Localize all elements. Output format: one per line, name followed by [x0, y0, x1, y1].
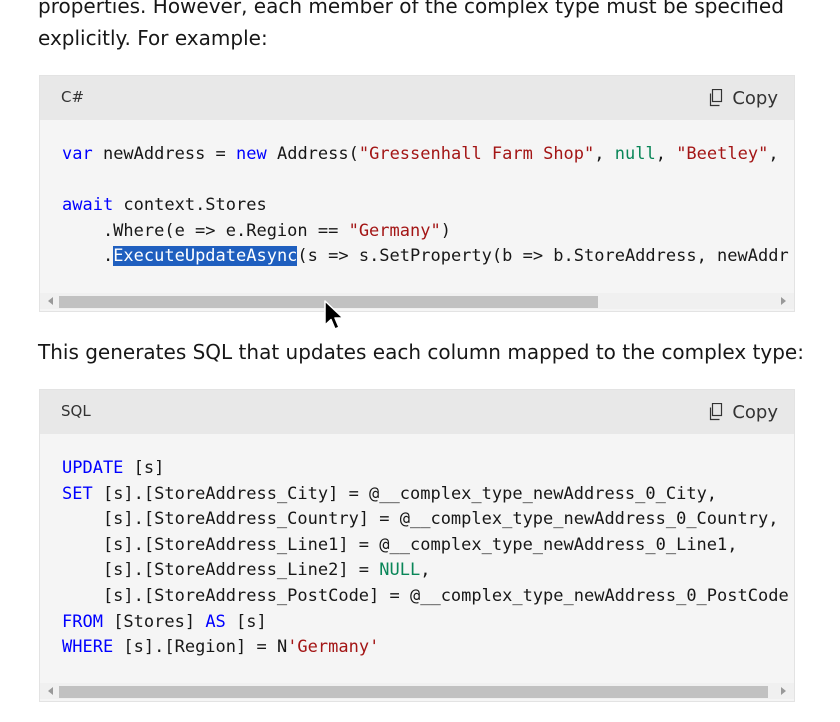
- scroll-right-arrow-icon[interactable]: [781, 297, 786, 305]
- code-token: [s].[StoreAddress_City] = @__complex_typ…: [92, 483, 718, 504]
- csharp-code-block: C# Copy var newAddress = new Address("Gr…: [39, 75, 795, 312]
- code-token: UPDATE: [62, 458, 124, 478]
- code-token: WHERE: [62, 637, 114, 658]
- code-token: .Where(e => e.Region ==: [62, 220, 349, 241]
- code-token: [Stores]: [102, 611, 206, 632]
- copy-label: Copy: [732, 401, 778, 423]
- horizontal-scrollbar[interactable]: [40, 293, 794, 309]
- code-token: FROM: [62, 611, 103, 632]
- copy-button[interactable]: Copy: [708, 86, 778, 110]
- code-token: Address(: [266, 144, 359, 164]
- code-token: ,: [594, 144, 615, 164]
- code-language-label: SQL: [61, 402, 91, 420]
- code-token: [s].[StoreAddress_Line2] =: [62, 560, 380, 581]
- code-token: "Beetley": [676, 144, 769, 164]
- body-text: This generates SQL that updates each col…: [38, 340, 804, 364]
- code-token: ): [440, 220, 451, 241]
- code-header: C# Copy: [40, 76, 794, 120]
- code-token: 'Germany': [287, 637, 380, 658]
- sql-code[interactable]: UPDATE [s] SET [s].[StoreAddress_City] =…: [62, 456, 789, 661]
- code-token: "Gressenhall Farm Shop": [358, 144, 595, 164]
- copy-label: Copy: [732, 87, 778, 109]
- code-token: [s].[StoreAddress_Line1] = @__complex_ty…: [62, 534, 738, 555]
- code-token: [s]: [225, 611, 267, 632]
- copy-icon: [708, 403, 724, 421]
- code-token: .: [62, 246, 114, 267]
- code-header: SQL Copy: [40, 390, 794, 434]
- code-token: NULL: [379, 560, 421, 581]
- code-token: [s].[Region] = N: [113, 637, 288, 658]
- intro-line-1: properties. However, each member of the …: [38, 0, 784, 18]
- code-token: ,: [420, 560, 431, 581]
- code-language-label: C#: [61, 88, 85, 106]
- scroll-left-arrow-icon[interactable]: [48, 297, 53, 305]
- copy-icon: [708, 89, 724, 107]
- code-token: var: [62, 144, 93, 164]
- code-token: [s].[StoreAddress_PostCode] = @__complex…: [62, 585, 789, 606]
- mouse-pointer-icon: [324, 300, 346, 336]
- code-token: [s]: [123, 458, 165, 478]
- intro-line-2: explicitly. For example:: [38, 26, 268, 50]
- code-token: AS: [205, 611, 226, 632]
- scroll-right-arrow-icon[interactable]: [781, 687, 786, 695]
- scrollbar-thumb[interactable]: [59, 686, 768, 698]
- code-token: SET: [62, 483, 93, 504]
- code-token: context.Stores: [113, 195, 267, 216]
- code-token: null: [614, 144, 656, 164]
- scroll-left-arrow-icon[interactable]: [48, 687, 53, 695]
- code-token: new: [236, 144, 267, 164]
- code-token: await: [62, 195, 114, 216]
- code-token: [s].[StoreAddress_Country] = @__complex_…: [62, 509, 779, 530]
- copy-button[interactable]: Copy: [708, 400, 778, 424]
- selected-text[interactable]: ExecuteUpdateAsync: [113, 246, 298, 267]
- code-token: "Germany": [348, 220, 441, 241]
- csharp-code[interactable]: var newAddress = new Address("Gressenhal…: [62, 142, 789, 270]
- code-token: ,: [768, 144, 779, 164]
- horizontal-scrollbar[interactable]: [40, 683, 794, 699]
- code-token: (s => s.SetProperty(b => b.StoreAddress,…: [297, 246, 789, 267]
- code-token: ,: [655, 144, 677, 164]
- sql-code-block: SQL Copy UPDATE [s] SET [s].[StoreAddres…: [39, 389, 795, 702]
- code-token: newAddress =: [92, 144, 237, 164]
